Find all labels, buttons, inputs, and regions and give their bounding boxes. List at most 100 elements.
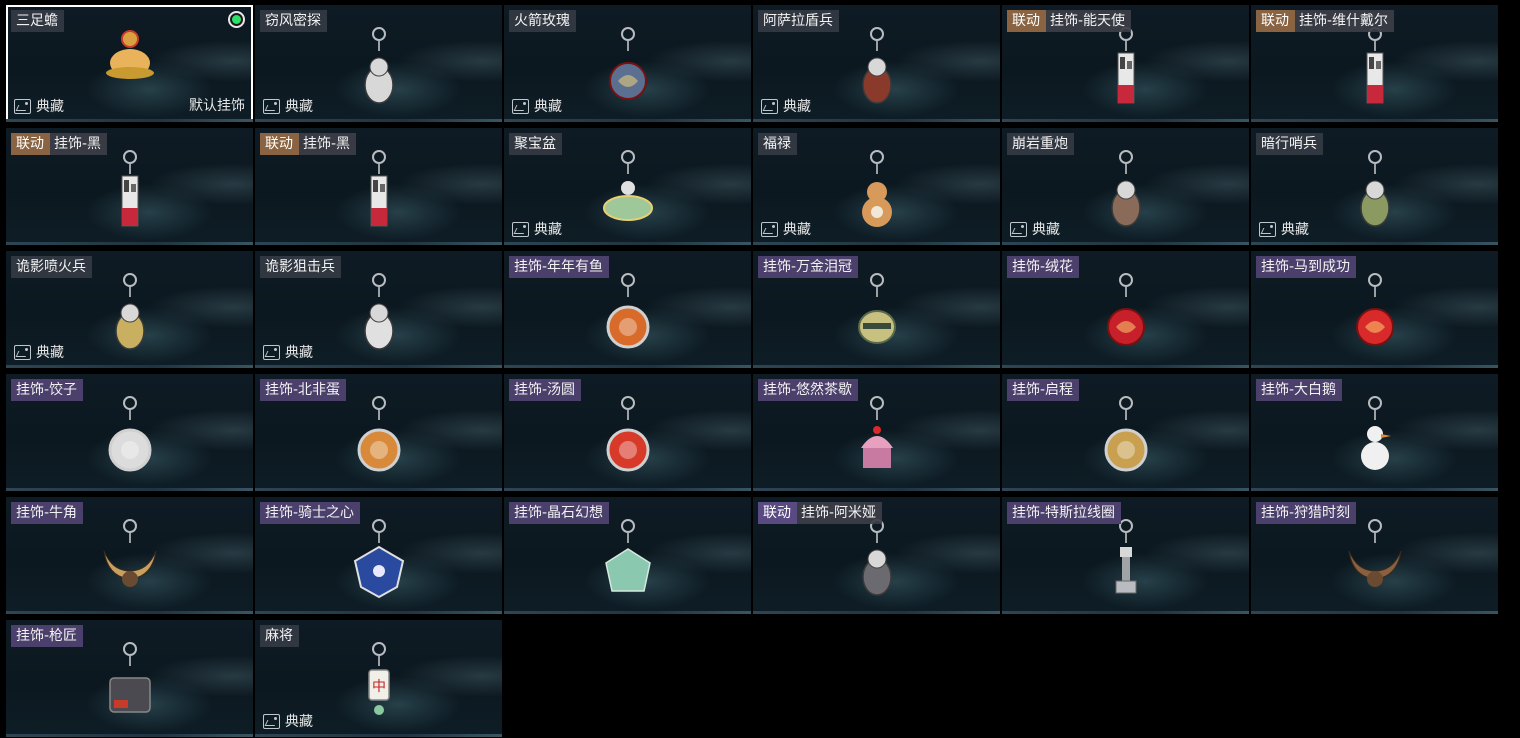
ring-icon [869,150,884,164]
chain-icon [377,287,380,297]
black-tag-charm-icon [100,150,160,234]
charm-card[interactable]: 火箭玫瑰 典藏 [504,5,751,122]
crystal-cube-charm-icon [598,519,658,603]
charm-name: 挂饰-阿米娅 [797,502,883,524]
charm-card[interactable]: 挂饰-狩猎时刻 [1251,497,1498,614]
charm-title: 火箭玫瑰 [509,10,576,32]
charm-card[interactable]: 联动 挂饰-黑 [255,128,502,245]
black-tag-charm-icon [349,150,409,234]
charm-card[interactable]: 挂饰-绒花 [1002,251,1249,368]
collab-tag: 联动 [758,502,797,524]
default-charm-label: 默认挂饰 [189,98,245,114]
horns-charm-icon [100,519,160,603]
charm-title: 聚宝盆 [509,133,562,155]
charm-card[interactable]: 诡影喷火兵 典藏 [6,251,253,368]
image-icon [263,344,280,360]
charm-card[interactable]: 联动 挂饰-阿米娅 [753,497,1000,614]
charm-title: 崩岩重炮 [1007,133,1074,155]
chain-icon [1373,287,1376,297]
collection-badge: 典藏 [263,343,313,361]
charm-title: 挂饰-绒花 [1007,256,1080,278]
charm-card[interactable]: 挂饰-晶石幻想 [504,497,751,614]
shakshuka-charm-icon [349,396,409,480]
charm-card[interactable]: 福禄 典藏 [753,128,1000,245]
collection-badge: 典藏 [1010,220,1060,238]
charm-card[interactable]: 联动 挂饰-维什戴尔 [1251,5,1498,122]
charm-name: 麻将 [260,625,299,647]
chain-icon [128,164,131,174]
heavy-cannon-charm-icon [1096,150,1156,234]
chain-icon [1124,410,1127,420]
image-icon [14,98,31,114]
charm-title: 福禄 [758,133,797,155]
charm-card[interactable]: 诡影狙击兵 典藏 [255,251,502,368]
charm-card[interactable]: 崩岩重炮 典藏 [1002,128,1249,245]
collab-tag: 联动 [11,133,50,155]
charm-card[interactable]: 挂饰-汤圆 [504,374,751,491]
chain-icon [128,287,131,297]
charm-name: 挂饰-启程 [1007,379,1080,401]
horse-charm-icon [1345,273,1405,357]
treasure-bowl-charm-icon [598,150,658,234]
chain-icon [626,533,629,543]
charm-card[interactable]: 联动 挂饰-黑 [6,128,253,245]
collection-badge: 典藏 [761,220,811,238]
ring-icon [371,519,386,533]
charm-card[interactable]: 挂饰-枪匠 [6,620,253,737]
charm-card[interactable]: 挂饰-牛角 [6,497,253,614]
charm-name: 挂饰-黑 [50,133,108,155]
ring-icon [1367,519,1382,533]
chain-icon [1373,164,1376,174]
cupcake-charm-icon [847,396,907,480]
charm-card[interactable]: 挂饰-特斯拉线圈 [1002,497,1249,614]
charm-name: 暗行哨兵 [1256,133,1323,155]
charm-title: 挂饰-饺子 [11,379,84,401]
tangyuan-charm-icon [598,396,658,480]
charm-card[interactable]: 联动 挂饰-能天使 [1002,5,1249,122]
charm-card[interactable]: 麻将中典藏 [255,620,502,737]
image-icon [263,713,280,729]
charm-name: 挂饰-维什戴尔 [1295,10,1395,32]
ring-icon [122,396,137,410]
chain-icon [1373,41,1376,51]
chain-icon [875,287,878,297]
charm-title: 诡影喷火兵 [11,256,92,278]
charm-card[interactable]: 挂饰-大白鹅 [1251,374,1498,491]
collection-badge: 典藏 [512,97,562,115]
charm-card[interactable]: 挂饰-悠然茶歇 [753,374,1000,491]
compass-charm-icon [1096,396,1156,480]
chain-icon [128,410,131,420]
charm-card[interactable]: 阿萨拉盾兵 典藏 [753,5,1000,122]
charm-card[interactable]: 挂饰-骑士之心 [255,497,502,614]
knight-heart-charm-icon [349,519,409,603]
ring-icon [1367,273,1382,287]
charm-card[interactable]: 三足蟾 典藏 默认挂饰 [6,5,253,122]
charm-card[interactable]: 暗行哨兵 典藏 [1251,128,1498,245]
rose-charm-icon [1096,273,1156,357]
charm-card[interactable]: 窃风密探 典藏 [255,5,502,122]
collection-badge: 典藏 [761,97,811,115]
charm-card[interactable]: 挂饰-年年有鱼 [504,251,751,368]
charm-card[interactable]: 挂饰-万金泪冠 [753,251,1000,368]
image-icon [1010,221,1027,237]
rocket-rose-charm-icon [598,27,658,111]
ring-icon [1118,150,1133,164]
ring-icon [620,150,635,164]
charm-card[interactable]: 挂饰-北非蛋 [255,374,502,491]
svg-text:中: 中 [372,679,386,695]
chain-icon [128,656,131,666]
charm-name: 火箭玫瑰 [509,10,576,32]
collab-tag: 联动 [1007,10,1046,32]
ring-icon [371,150,386,164]
charm-card[interactable]: 挂饰-饺子 [6,374,253,491]
ring-icon [620,396,635,410]
charm-card[interactable]: 聚宝盆 典藏 [504,128,751,245]
charm-card[interactable]: 挂饰-马到成功 [1251,251,1498,368]
charm-card[interactable]: 挂饰-启程 [1002,374,1249,491]
charm-title: 挂饰-枪匠 [11,625,84,647]
charm-title: 挂饰-马到成功 [1256,256,1357,278]
goose-charm-icon [1345,396,1405,480]
collection-badge: 典藏 [263,97,313,115]
collection-badge: 典藏 [14,97,64,115]
chain-icon [128,533,131,543]
